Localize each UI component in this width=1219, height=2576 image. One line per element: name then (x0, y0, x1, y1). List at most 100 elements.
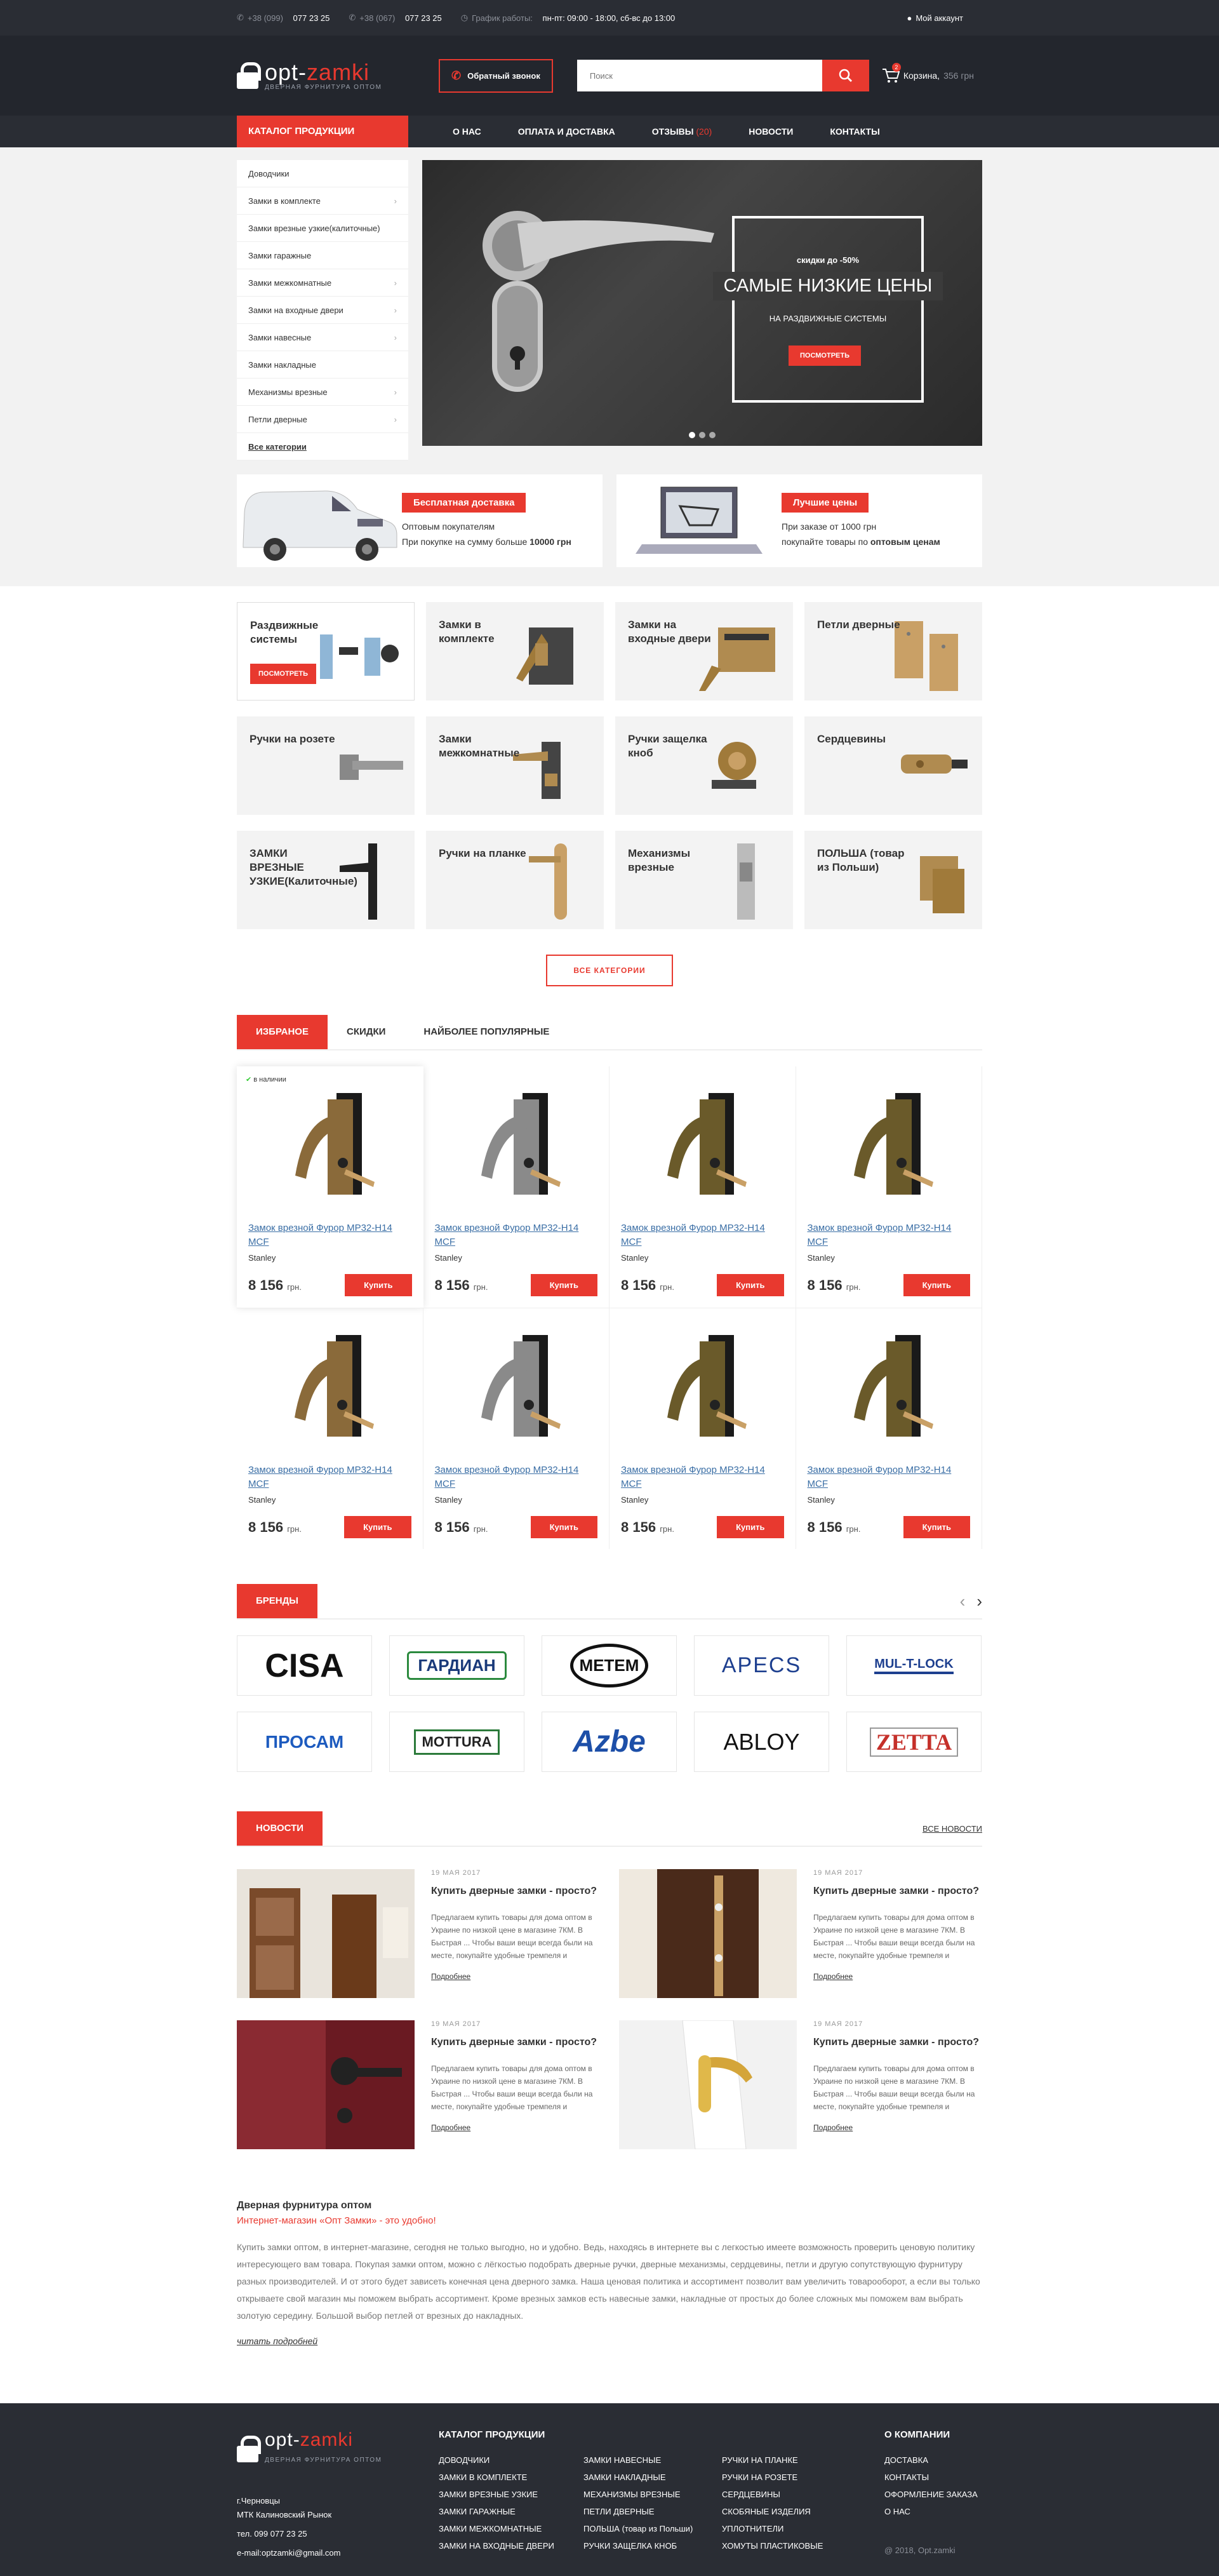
account-link[interactable]: ● Мой аккаунт (907, 13, 963, 23)
sidebar-item[interactable]: Замки в комплекте › (237, 187, 408, 215)
product-name[interactable]: Замок врезной Фурор MP32-H14 MCF (248, 1463, 411, 1491)
buy-button[interactable]: Купить (903, 1516, 970, 1538)
search-input[interactable] (576, 60, 822, 91)
arrow-right-icon[interactable]: › (976, 1592, 982, 1611)
brand-logo[interactable]: MOTTURA (389, 1712, 524, 1772)
nav-item-news[interactable]: НОВОСТИ (749, 116, 793, 147)
category-tile[interactable]: Замки в комплекте (426, 602, 604, 701)
buy-button[interactable]: Купить (345, 1274, 412, 1296)
all-news-link[interactable]: ВСЕ НОВОСТИ (923, 1824, 982, 1834)
brand-logo[interactable]: MUL-T-LOCK (846, 1635, 982, 1696)
category-tile[interactable]: Ручки на розете (237, 716, 415, 815)
sidebar-item[interactable]: Замки навесные › (237, 324, 408, 351)
cart-link[interactable]: 2 Корзина, 356 грн (882, 63, 974, 83)
sidebar-item[interactable]: Петли дверные › (237, 406, 408, 433)
site-logo[interactable]: opt-zamki ДВЕРНАЯ ФУРНИТУРА ОПТОМ (237, 60, 427, 91)
sidebar-item[interactable]: Доводчики (237, 160, 408, 187)
product-name[interactable]: Замок врезной Фурор MP32-H14 MCF (808, 1221, 971, 1249)
tab-popular[interactable]: НАЙБОЛЕЕ ПОПУЛЯРНЫЕ (404, 1015, 568, 1049)
footer-link[interactable]: ЗАМКИ В КОМПЛЕКТЕ (439, 2469, 583, 2486)
sidebar-item[interactable]: Замки на входные двери › (237, 297, 408, 324)
nav-item-payment[interactable]: ОПЛАТА И ДОСТАВКА (518, 116, 615, 147)
footer-link[interactable]: ДОВОДЧИКИ (439, 2452, 583, 2469)
product-card[interactable]: Замок врезной Фурор MP32-H14 MCF Stanley 8… (610, 1066, 796, 1308)
search-button[interactable] (822, 60, 869, 91)
product-card[interactable]: Замок врезной Фурор MP32-H14 MCF Stanley 8… (237, 1308, 423, 1549)
brand-logo[interactable]: METEM (542, 1635, 677, 1696)
footer-email[interactable]: e-mail:optzamki@gmail.com (237, 2546, 439, 2560)
slider-dot[interactable] (699, 432, 705, 438)
sidebar-item[interactable]: Замки накладные (237, 351, 408, 379)
footer-link[interactable]: ХОМУТЫ ПЛАСТИКОВЫЕ (722, 2537, 884, 2554)
category-tile[interactable]: Петли дверные (804, 602, 982, 701)
tab-favorites[interactable]: ИЗБРАНОЕ (237, 1015, 328, 1049)
news-image[interactable] (237, 1869, 415, 1998)
footer-link[interactable]: ЗАМКИ НА ВХОДНЫЕ ДВЕРИ (439, 2537, 583, 2554)
sidebar-item[interactable]: Замки межкомнатные › (237, 269, 408, 297)
brand-logo[interactable]: Azbe (542, 1712, 677, 1772)
news-more-link[interactable]: Подробнее (431, 1972, 600, 1981)
footer-link[interactable]: РУЧКИ НА РОЗЕТЕ (722, 2469, 884, 2486)
news-title[interactable]: Купить дверные замки - просто? (431, 2036, 600, 2049)
sidebar-item[interactable]: Механизмы врезные › (237, 379, 408, 406)
buy-button[interactable]: Купить (717, 1516, 784, 1538)
buy-button[interactable]: Купить (717, 1274, 784, 1296)
product-card[interactable]: Замок врезной Фурор MP32-H14 MCF Stanley 8… (610, 1308, 796, 1549)
footer-link[interactable]: ПЕТЛИ ДВЕРНЫЕ (583, 2503, 722, 2520)
news-image[interactable] (619, 2020, 797, 2149)
brand-logo[interactable]: ZETTA (846, 1712, 982, 1772)
all-categories-button[interactable]: ВСЕ КАТЕГОРИИ (546, 955, 673, 986)
category-tile[interactable]: Ручки на планке (426, 831, 604, 929)
footer-link[interactable]: О НАС (884, 2503, 978, 2520)
brand-logo[interactable]: CISA (237, 1635, 372, 1696)
phone-1[interactable]: ✆ +38 (099) 077 23 25 (237, 13, 330, 23)
footer-link[interactable]: ОФОРМЛЕНИЕ ЗАКАЗА (884, 2486, 978, 2503)
arrow-left-icon[interactable]: ‹ (960, 1592, 966, 1611)
tab-discounts[interactable]: СКИДКИ (328, 1015, 404, 1049)
product-card[interactable]: Замок врезной Фурор MP32-H14 MCF Stanley 8… (423, 1308, 610, 1549)
read-more-link[interactable]: читать подробней (237, 2336, 982, 2346)
news-title[interactable]: Купить дверные замки - просто? (431, 1884, 600, 1898)
product-name[interactable]: Замок врезной Фурор MP32-H14 MCF (808, 1463, 971, 1491)
news-image[interactable] (619, 1869, 797, 1998)
banner-button[interactable]: ПОСМОТРЕТЬ (789, 345, 861, 366)
footer-link[interactable]: ЗАМКИ НАВЕСНЫЕ (583, 2452, 722, 2469)
sidebar-item[interactable]: Замки гаражные (237, 242, 408, 269)
buy-button[interactable]: Купить (530, 1274, 597, 1296)
footer-link[interactable]: СКОБЯНЫЕ ИЗДЕЛИЯ (722, 2503, 884, 2520)
buy-button[interactable]: Купить (903, 1274, 970, 1296)
footer-link[interactable]: МЕХАНИЗМЫ ВРЕЗНЫЕ (583, 2486, 722, 2503)
footer-link[interactable]: СЕРДЦЕВИНЫ (722, 2486, 884, 2503)
brand-logo[interactable]: ГАРДИАН (389, 1635, 524, 1696)
footer-link[interactable]: ЗАМКИ МЕЖКОМНАТНЫЕ (439, 2520, 583, 2537)
category-tile[interactable]: Сердцевины (804, 716, 982, 815)
product-name[interactable]: Замок врезной Фурор MP32-H14 MCF (248, 1221, 412, 1249)
footer-link[interactable]: РУЧКИ НА ПЛАНКЕ (722, 2452, 884, 2469)
footer-link[interactable]: РУЧКИ ЗАЩЕЛКА КНОБ (583, 2537, 722, 2554)
footer-link[interactable]: ЗАМКИ ГАРАЖНЫЕ (439, 2503, 583, 2520)
category-tile[interactable]: Раздвижные системы ПОСМОТРЕТЬ (237, 602, 415, 701)
brand-logo[interactable]: APECS (694, 1635, 829, 1696)
brand-logo[interactable]: ПРОСАМ (237, 1712, 372, 1772)
product-name[interactable]: Замок врезной Фурор MP32-H14 MCF (621, 1463, 784, 1491)
sidebar-item[interactable]: Замки врезные узкие(калиточные) (237, 215, 408, 242)
product-card[interactable]: Замок врезной Фурор MP32-H14 MCF Stanley 8… (796, 1308, 982, 1549)
slider-dot[interactable] (709, 432, 716, 438)
product-name[interactable]: Замок врезной Фурор MP32-H14 MCF (621, 1221, 784, 1249)
phone-2[interactable]: ✆ +38 (067) 077 23 25 (349, 13, 441, 23)
news-title[interactable]: Купить дверные замки - просто? (813, 2036, 982, 2049)
callback-button[interactable]: ✆ Обратный звонок (439, 58, 553, 93)
footer-link[interactable]: КОНТАКТЫ (884, 2469, 978, 2486)
footer-phone[interactable]: тел. 099 077 23 25 (237, 2527, 439, 2541)
category-tile[interactable]: ПОЛЬША (товар из Польши) (804, 831, 982, 929)
category-tile[interactable]: Ручки защелка кноб (615, 716, 793, 815)
news-image[interactable] (237, 2020, 415, 2149)
product-card[interactable]: Замок врезной Фурор MP32-H14 MCF Stanley 8… (796, 1066, 982, 1308)
sidebar-all-categories[interactable]: Все категории (237, 433, 408, 460)
category-tile[interactable]: Замки на входные двери (615, 602, 793, 701)
buy-button[interactable]: Купить (344, 1516, 411, 1538)
footer-link[interactable]: ЗАМКИ НАКЛАДНЫЕ (583, 2469, 722, 2486)
hero-slider[interactable]: скидки до -50% САМЫЕ НИЗКИЕ ЦЕНЫ НА РАЗД… (422, 160, 982, 446)
news-more-link[interactable]: Подробнее (431, 2123, 600, 2132)
category-tile[interactable]: ЗАМКИ ВРЕЗНЫЕ УЗКИЕ(Калиточные) (237, 831, 415, 929)
